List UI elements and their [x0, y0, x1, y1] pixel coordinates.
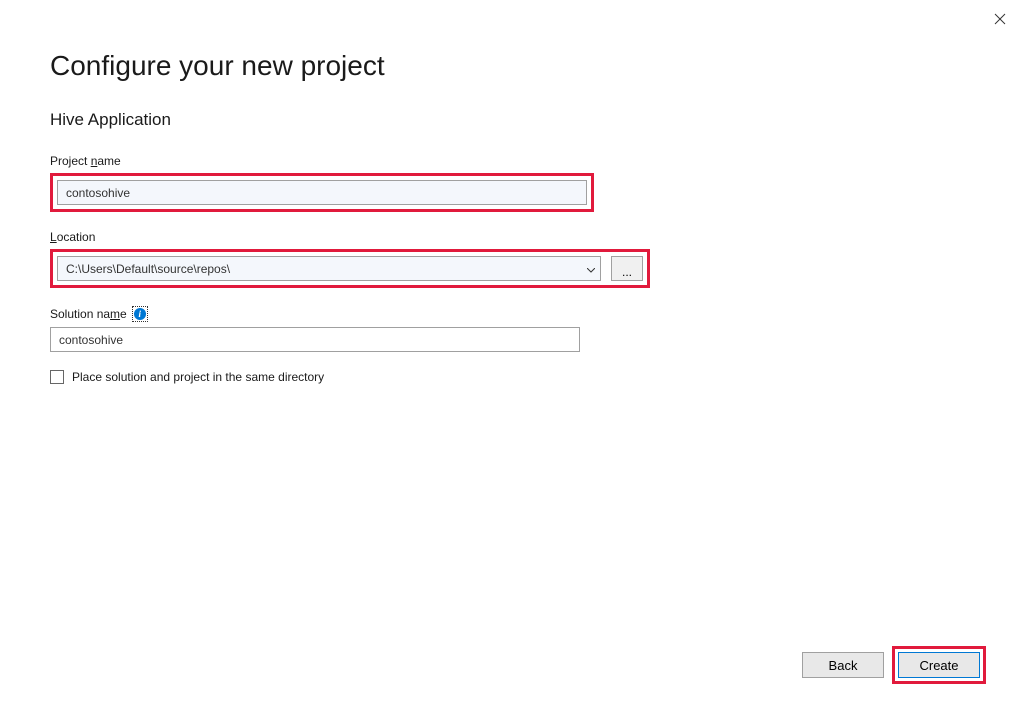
location-row: ...	[57, 256, 643, 281]
close-icon	[994, 13, 1006, 25]
browse-button[interactable]: ...	[611, 256, 643, 281]
back-button[interactable]: Back	[802, 652, 884, 678]
close-button[interactable]	[994, 12, 1010, 28]
dialog-content: Configure your new project Hive Applicat…	[0, 0, 1026, 384]
project-name-highlight	[50, 173, 594, 212]
location-label: Location	[50, 230, 976, 244]
location-group: Location ...	[50, 230, 976, 288]
same-directory-checkbox[interactable]	[50, 370, 64, 384]
solution-name-group: Solution name i	[50, 306, 976, 352]
create-button-highlight: Create	[892, 646, 986, 684]
dialog-subtitle: Hive Application	[50, 110, 976, 130]
solution-name-label-row: Solution name i	[50, 306, 976, 322]
footer-buttons: Back Create	[802, 646, 986, 684]
create-button[interactable]: Create	[898, 652, 980, 678]
same-directory-label: Place solution and project in the same d…	[72, 370, 324, 384]
location-combo[interactable]	[57, 256, 601, 281]
location-highlight: ...	[50, 249, 650, 288]
project-name-input[interactable]	[57, 180, 587, 205]
same-directory-row: Place solution and project in the same d…	[50, 370, 976, 384]
solution-name-input[interactable]	[50, 327, 580, 352]
project-name-label: Project name	[50, 154, 976, 168]
info-icon[interactable]: i	[132, 306, 148, 322]
project-name-group: Project name	[50, 154, 976, 212]
solution-name-label: Solution name	[50, 307, 127, 321]
dialog-title: Configure your new project	[50, 50, 976, 82]
location-input[interactable]	[57, 256, 601, 281]
